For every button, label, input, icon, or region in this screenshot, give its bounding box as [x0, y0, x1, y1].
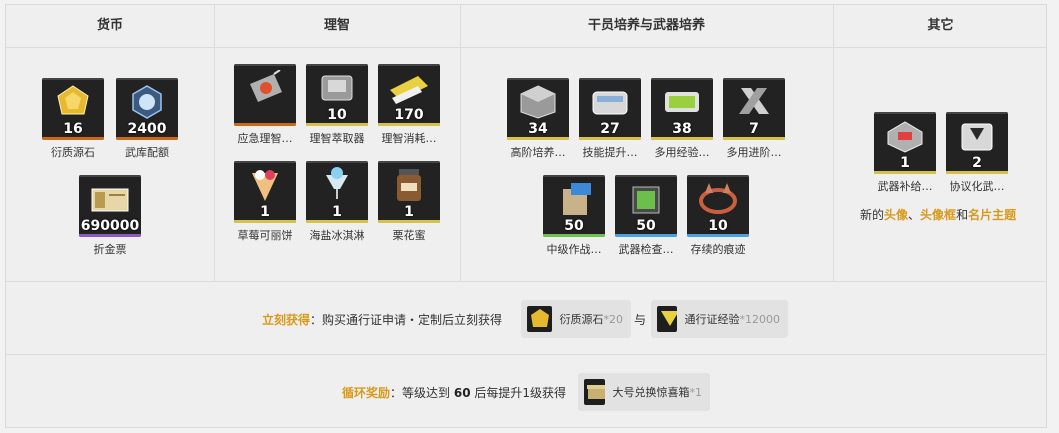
item-label: 协议化武…: [949, 180, 1005, 193]
item-label: 海盐冰淇淋: [309, 229, 365, 242]
item-tile: 10: [306, 64, 368, 126]
item-label: 多用进阶…: [726, 146, 782, 159]
item-exp-battery[interactable]: 38 多用经验…: [651, 78, 713, 160]
item-tile: 27: [579, 78, 641, 140]
item-tile: 50: [543, 175, 605, 237]
item-tile: 10: [687, 175, 749, 237]
item-label: 草莓可丽饼: [237, 229, 293, 242]
item-label: 武器检查…: [618, 243, 674, 256]
header-row: 货币 理智 干员培养与武器培养 其它: [6, 5, 1046, 48]
header-sanity: 理智: [323, 18, 350, 33]
item-label: 折金票: [93, 243, 127, 256]
column-divider: [460, 5, 461, 281]
item-crepe[interactable]: 1 草莓可丽饼: [234, 161, 296, 243]
item-tile: 170: [378, 64, 440, 126]
sanity-consume-icon: [390, 76, 428, 104]
promotion-icon: [739, 88, 769, 114]
item-tile: 38: [651, 78, 713, 140]
item-label: 多用经验…: [654, 146, 710, 159]
exp-battery-icon: [665, 92, 699, 112]
item-gold-ticket[interactable]: 690000 折金票: [79, 175, 141, 257]
header-currency: 货币: [96, 18, 123, 33]
item-label: 应急理智…: [237, 132, 293, 145]
advanced-cube-icon: [520, 85, 556, 119]
icecream-icon: [326, 167, 348, 199]
crown-trace-icon: [699, 183, 737, 214]
item-label: 高阶培养…: [510, 146, 566, 159]
surprise-box-icon: [584, 379, 605, 405]
item-emergency-sanity[interactable]: 应急理智…: [234, 64, 296, 146]
loop-chip-surprise-box[interactable]: 大号兑换惊喜箱 *1: [578, 373, 710, 411]
weapon-supply-icon: [887, 121, 923, 153]
item-tile: 34: [507, 78, 569, 140]
instant-reward-text: 立刻获得：购买通行证申请・定制后立刻获得: [262, 313, 503, 327]
emergency-sanity-icon: [250, 70, 282, 102]
item-label: 栗花蜜: [392, 229, 426, 242]
item-protocol-weapon[interactable]: 2 协议化武…: [946, 112, 1008, 194]
pass-exp-icon: [657, 306, 677, 332]
item-promotion[interactable]: 7 多用进阶…: [723, 78, 785, 160]
arsenal-quota-icon: [132, 85, 162, 119]
item-advanced-cube[interactable]: 34 高阶培养…: [507, 78, 569, 160]
item-label: 中级作战…: [546, 243, 602, 256]
item-label: 理智萃取器: [309, 132, 365, 145]
item-icecream[interactable]: 1 海盐冰淇淋: [306, 161, 368, 243]
header-training: 干员培养与武器培养: [587, 18, 705, 33]
and-separator: 与: [634, 313, 647, 327]
loop-reward-text: 循环奖励：等级达到 60 后每提升1级获得: [342, 386, 567, 400]
combat-record-icon: [563, 183, 591, 215]
item-arsenal-quota[interactable]: 2400 武库配额: [116, 78, 178, 160]
item-tile: 1: [306, 161, 368, 223]
item-weapon-supply[interactable]: 1 武器补给…: [874, 112, 936, 194]
protocol-weapon-icon: [961, 123, 993, 151]
item-label: 存续的痕迹: [690, 243, 746, 256]
skill-box-icon: [592, 91, 628, 115]
item-tile: 16: [42, 78, 104, 140]
honey-jar-icon: [397, 169, 421, 201]
originium-icon: [527, 306, 552, 332]
item-tile: 1: [234, 161, 296, 223]
item-label: 武器补给…: [877, 180, 933, 193]
item-skill-box[interactable]: 27 技能提升…: [579, 78, 641, 160]
item-tile: 2: [946, 112, 1008, 174]
loop-tag: 循环奖励: [342, 386, 391, 400]
item-weapon-check[interactable]: 50 武器检查…: [615, 175, 677, 257]
instant-chip-originium[interactable]: 衍质源石 *20: [521, 300, 631, 338]
item-honey[interactable]: 1 栗花蜜: [378, 161, 440, 243]
item-sanity-extractor[interactable]: 10 理智萃取器: [306, 64, 368, 146]
item-originium[interactable]: 16 衍质源石: [42, 78, 104, 160]
instant-tag: 立刻获得: [262, 313, 311, 327]
gold-ticket-icon: [91, 188, 129, 212]
item-label: 武库配额: [125, 146, 169, 159]
item-crown-trace[interactable]: 10 存续的痕迹: [687, 175, 749, 257]
item-tile: 690000: [79, 175, 141, 237]
originium-icon: [57, 85, 89, 115]
row-divider: [6, 354, 1046, 355]
item-tile: 50: [615, 175, 677, 237]
item-tile: 1: [378, 161, 440, 223]
crepe-icon: [252, 170, 278, 201]
column-divider: [833, 5, 834, 281]
item-label: 技能提升…: [582, 146, 638, 159]
item-combat-record[interactable]: 50 中级作战…: [543, 175, 605, 257]
item-label: 理智消耗…: [381, 132, 437, 145]
rewards-panel: 货币 理智 干员培养与武器培养 其它 16 衍质源石 2400 武库配额 690…: [5, 4, 1047, 428]
item-tile: 7: [723, 78, 785, 140]
item-tile: [234, 64, 296, 126]
row-divider: [6, 281, 1046, 282]
instant-chip-pass-exp[interactable]: 通行证经验 *12000: [651, 300, 788, 338]
item-sanity-consume[interactable]: 170 理智消耗…: [378, 64, 440, 146]
item-tile: 1: [874, 112, 936, 174]
header-other: 其它: [927, 18, 954, 33]
weapon-check-icon: [632, 186, 660, 214]
item-tile: 2400: [116, 78, 178, 140]
other-rewards-note: 新的头像、头像框和名片主题: [860, 208, 1017, 222]
column-divider: [214, 5, 215, 281]
item-label: 衍质源石: [51, 146, 95, 159]
sanity-extractor-icon: [321, 75, 353, 101]
